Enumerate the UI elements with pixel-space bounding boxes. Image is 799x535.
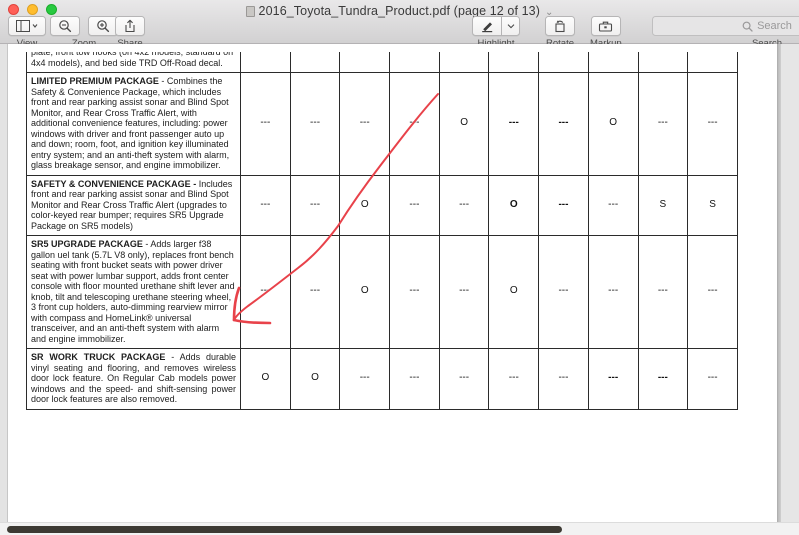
row-mark-cell: O [339,235,391,349]
markup-toolbox-icon [599,21,613,32]
highlight-options-button[interactable] [502,16,520,36]
page-drop-shadow [777,44,781,522]
row-body-text: - Combines the Safety & Convenience Pack… [31,76,230,170]
row-mark-cell: O [488,174,540,236]
table-body: plate, front tow hooks (on 4x2 models; s… [26,44,738,410]
row-description: SR WORK TRUCK PACKAGE - Adds durable vin… [26,348,241,410]
page-top-clip-mask [8,44,777,52]
row-mark-cell: --- [637,235,689,349]
zoom-out-button[interactable] [50,16,80,36]
search-input[interactable]: Search [757,20,792,32]
row-mark-cell: --- [687,72,738,176]
row-mark-cell: --- [538,72,589,176]
table-row: SR5 UPGRADE PACKAGE - Adds larger f38 ga… [26,235,738,349]
share-button[interactable] [115,16,145,36]
row-mark-cell: --- [438,174,490,236]
row-mark-cell: --- [637,348,689,410]
row-description: SR5 UPGRADE PACKAGE - Adds larger f38 ga… [26,235,241,349]
row-mark-cell: O [339,174,391,236]
row-mark-cell: O [488,235,540,349]
row-mark-cell: --- [240,174,291,236]
row-mark-cell: --- [389,348,440,410]
row-mark-cell: --- [389,72,440,176]
page-left-margin [0,44,8,522]
table-row: SAFETY & CONVENIENCE PACKAGE - Includes … [26,174,738,236]
sidebar-icon [16,20,38,32]
row-description: SAFETY & CONVENIENCE PACKAGE - Includes … [26,174,241,236]
highlighter-pen-icon [481,22,492,33]
pdf-viewer-window: 2016_Toyota_Tundra_Product.pdf (page 12 … [0,0,799,535]
row-mark-cell: --- [687,235,738,349]
equipment-availability-table: plate, front tow hooks (on 4x2 models; s… [26,44,738,410]
pdf-page-12: plate, front tow hooks (on 4x2 models; s… [8,44,777,535]
row-body-text: - Adds larger f38 gallon uel tank (5.7L … [31,239,235,344]
search-field[interactable]: Search [652,16,799,36]
row-mark-cell: --- [538,348,589,410]
row-mark-cell: --- [587,174,639,236]
row-mark-cell: --- [339,72,391,176]
row-mark-cell: --- [637,72,689,176]
page-right-margin [781,44,799,522]
table-row: LIMITED PREMIUM PACKAGE - Combines the S… [26,72,738,176]
package-name: SR WORK TRUCK PACKAGE [31,352,166,362]
row-mark-cell: --- [687,348,738,410]
highlight-button[interactable] [472,16,502,36]
row-mark-cell: --- [389,235,440,349]
row-mark-cell: --- [240,235,291,349]
package-name: SR5 UPGRADE PACKAGE [31,239,143,249]
row-mark-cell: O [289,348,341,410]
row-mark-cell: --- [289,174,341,236]
row-mark-cell: --- [289,235,341,349]
table-row: SR WORK TRUCK PACKAGE - Adds durable vin… [26,348,738,410]
share-upload-icon [125,19,135,33]
rotate-button[interactable] [545,16,575,36]
magnifier-plus-icon [97,20,110,33]
window-titlebar: 2016_Toyota_Tundra_Product.pdf (page 12 … [0,0,799,49]
horizontal-scrollbar-thumb[interactable] [7,526,562,533]
pdf-document-icon [245,6,255,17]
rotate-left-icon [555,20,565,33]
chevron-down-icon [507,24,514,29]
row-mark-cell: --- [438,348,490,410]
row-mark-cell: --- [488,72,540,176]
search-icon [742,21,753,32]
row-mark-cell: --- [240,72,291,176]
package-name: LIMITED PREMIUM PACKAGE [31,76,159,86]
row-mark-cell: S [637,174,689,236]
row-description: LIMITED PREMIUM PACKAGE - Combines the S… [26,72,241,176]
row-mark-cell: --- [339,348,391,410]
row-mark-cell: O [240,348,291,410]
row-mark-cell: --- [587,348,639,410]
row-mark-cell: --- [538,235,589,349]
row-mark-cell: --- [538,174,589,236]
row-mark-cell: O [438,72,490,176]
row-mark-cell: --- [587,235,639,349]
package-name: SAFETY & CONVENIENCE PACKAGE - [31,178,197,189]
row-mark-cell: --- [389,174,440,236]
magnifier-minus-icon [59,20,72,33]
row-mark-cell: O [587,72,639,176]
row-mark-cell: --- [488,348,540,410]
row-mark-cell: --- [438,235,490,349]
row-mark-cell: S [687,174,738,236]
markup-button[interactable] [590,16,621,36]
zoom-in-button[interactable] [88,16,118,36]
horizontal-scrollbar[interactable] [0,522,799,535]
document-scroll-area[interactable]: plate, front tow hooks (on 4x2 models; s… [0,44,799,535]
row-mark-cell: --- [289,72,341,176]
view-sidebar-button[interactable] [8,16,46,36]
